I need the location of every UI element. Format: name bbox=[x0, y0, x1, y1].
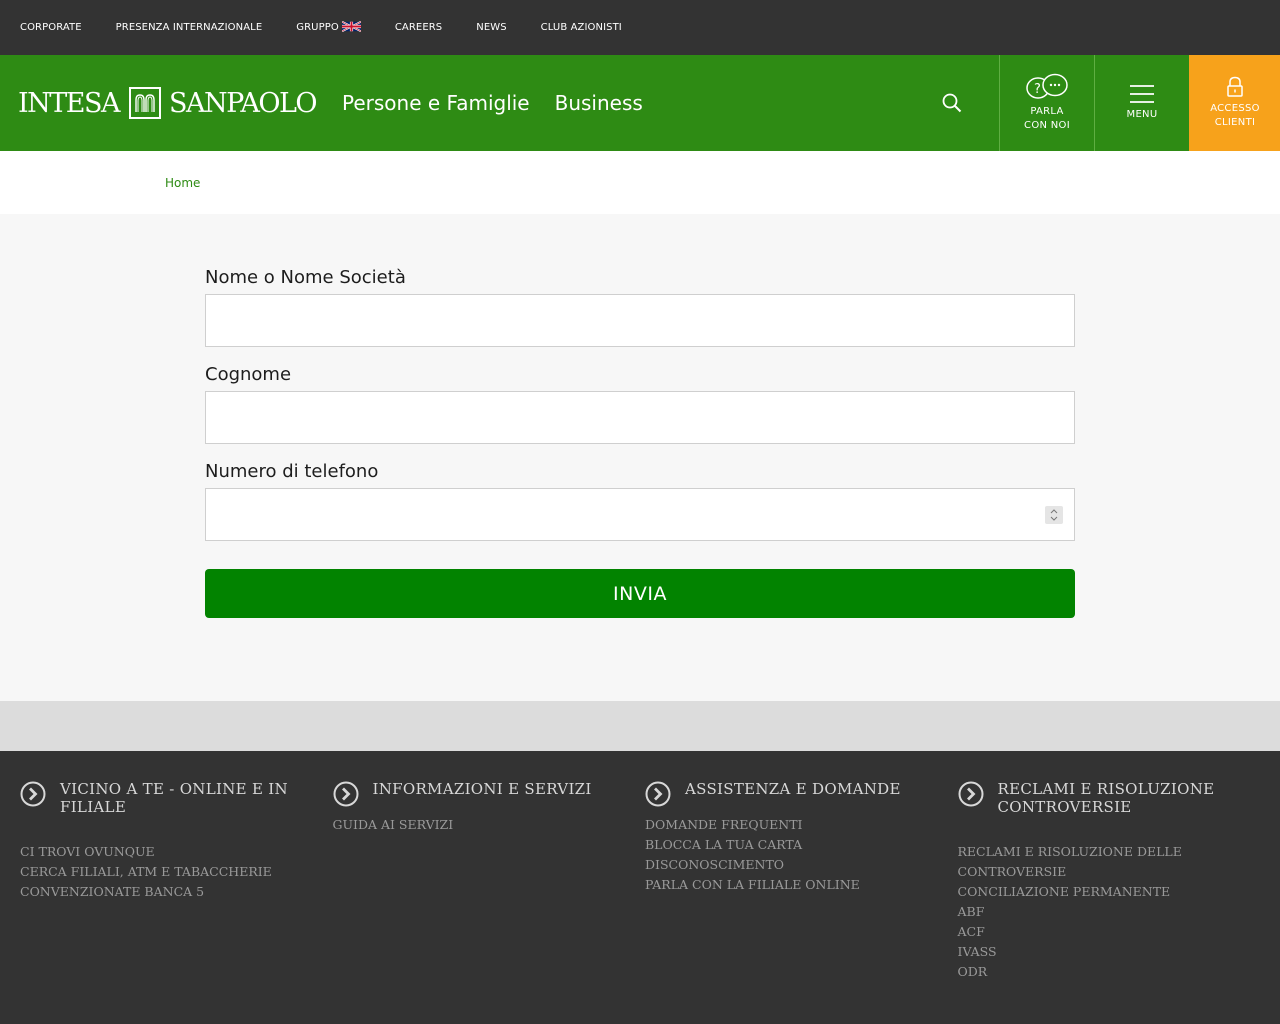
footer-link[interactable]: ACF bbox=[958, 922, 1251, 942]
footer-link[interactable]: ODR bbox=[958, 962, 1251, 982]
surname-field-group: Cognome bbox=[205, 364, 1075, 444]
topbar-link-presenza-internazionale[interactable]: PRESENZA INTERNAZIONALE bbox=[116, 22, 263, 33]
footer-link[interactable]: ABF bbox=[958, 902, 1251, 922]
name-field-group: Nome o Nome Società bbox=[205, 267, 1075, 347]
surname-input[interactable] bbox=[205, 391, 1075, 444]
footer-column-heading[interactable]: ASSISTENZA E DOMANDE bbox=[645, 780, 938, 807]
footer-column-heading[interactable]: INFORMAZIONI E SERVIZI bbox=[333, 780, 626, 807]
invia-submit-button[interactable]: INVIA bbox=[205, 569, 1075, 618]
topbar-link-gruppo-label: GRUPPO bbox=[296, 22, 339, 33]
intesa-sanpaolo-logo[interactable]: INTESA SANPAOLO bbox=[0, 55, 325, 151]
topbar-link-gruppo[interactable]: GRUPPO bbox=[296, 21, 361, 33]
main-header: INTESA SANPAOLO Persone e Famiglie Busin… bbox=[0, 55, 1280, 151]
accesso-clienti-button[interactable]: ACCESSO CLIENTI bbox=[1189, 55, 1280, 151]
footer-link[interactable]: PARLA CON LA FILIALE ONLINE bbox=[645, 875, 938, 895]
parla-con-noi-button[interactable]: ? PARLA CON NOI bbox=[999, 55, 1094, 151]
footer-column-assistenza-e-domande: ASSISTENZA E DOMANDE DOMANDE FREQUENTI B… bbox=[645, 780, 958, 1024]
main-nav: Persone e Famiglie Business bbox=[325, 55, 668, 151]
footer-link[interactable]: RECLAMI E RISOLUZIONE DELLE CONTROVERSIE bbox=[958, 842, 1251, 882]
grey-divider-band bbox=[0, 701, 1280, 751]
topbar-link-news[interactable]: NEWS bbox=[476, 22, 506, 33]
footer-links: CI TROVI OVUNQUE CERCA FILIALI, ATM E TA… bbox=[20, 842, 313, 902]
footer-column-title: VICINO A TE - ONLINE E IN FILIALE bbox=[60, 780, 288, 816]
footer-column-informazioni-e-servizi: INFORMAZIONI E SERVIZI GUIDA AI SERVIZI bbox=[333, 780, 646, 1024]
nav-persone-e-famiglie[interactable]: Persone e Famiglie bbox=[342, 91, 530, 115]
footer-column-heading[interactable]: VICINO A TE - ONLINE E IN FILIALE bbox=[20, 780, 313, 816]
phone-input[interactable] bbox=[205, 488, 1075, 541]
chevron-circle-right-icon bbox=[333, 781, 358, 807]
name-input[interactable] bbox=[205, 294, 1075, 347]
phone-input-wrapper bbox=[205, 488, 1075, 541]
topbar-link-club-azionisti[interactable]: CLUB AZIONISTI bbox=[541, 22, 622, 33]
menu-button[interactable]: MENU bbox=[1094, 55, 1189, 151]
surname-field-label: Cognome bbox=[205, 364, 292, 385]
footer-link[interactable]: CI TROVI OVUNQUE bbox=[20, 842, 313, 862]
footer-links: GUIDA AI SERVIZI bbox=[333, 815, 626, 835]
footer-links: DOMANDE FREQUENTI BLOCCA LA TUA CARTA DI… bbox=[645, 815, 938, 895]
chevron-circle-right-icon bbox=[958, 781, 983, 807]
search-icon bbox=[942, 93, 961, 113]
chevron-circle-right-icon bbox=[20, 781, 46, 807]
footer-column-vicino-a-te: VICINO A TE - ONLINE E IN FILIALE CI TRO… bbox=[20, 780, 333, 1024]
phone-field-label: Numero di telefono bbox=[205, 461, 379, 482]
menu-label: MENU bbox=[1126, 109, 1158, 120]
footer-link[interactable]: IVASS bbox=[958, 942, 1251, 962]
top-utility-bar: CORPORATE PRESENZA INTERNAZIONALE GRUPPO… bbox=[0, 0, 1280, 55]
name-field-label: Nome o Nome Società bbox=[205, 267, 406, 288]
footer-column-heading[interactable]: RECLAMI E RISOLUZIONE CONTROVERSIE bbox=[958, 780, 1251, 816]
header-spacer bbox=[668, 55, 904, 151]
footer: VICINO A TE - ONLINE E IN FILIALE CI TRO… bbox=[0, 751, 1280, 1024]
logo-text-left: INTESA bbox=[18, 87, 121, 119]
hamburger-menu-icon bbox=[1130, 85, 1154, 103]
accesso-label-line1: ACCESSO bbox=[1210, 103, 1260, 114]
footer-link[interactable]: DOMANDE FREQUENTI bbox=[645, 815, 938, 835]
chevron-circle-right-icon bbox=[645, 781, 671, 807]
number-spinner-icon[interactable] bbox=[1045, 506, 1063, 524]
callback-form: Nome o Nome Società Cognome Numero di te… bbox=[0, 214, 1280, 701]
footer-link[interactable]: DISCONOSCIMENTO bbox=[645, 855, 938, 875]
footer-links: RECLAMI E RISOLUZIONE DELLE CONTROVERSIE… bbox=[958, 842, 1251, 982]
parla-label-line1: PARLA bbox=[1030, 106, 1064, 117]
logo-text-right: SANPAOLO bbox=[169, 87, 318, 119]
footer-link[interactable]: CONCILIAZIONE PERMANENTE bbox=[958, 882, 1251, 902]
footer-column-title: INFORMAZIONI E SERVIZI bbox=[372, 780, 592, 798]
footer-link[interactable]: CERCA FILIALI, ATM E TABACCHERIE CONVENZ… bbox=[20, 862, 313, 902]
footer-column-title: ASSISTENZA E DOMANDE bbox=[685, 780, 901, 798]
breadcrumb: Home bbox=[0, 151, 1280, 214]
footer-link[interactable]: GUIDA AI SERVIZI bbox=[333, 815, 626, 835]
footer-column-reclami: RECLAMI E RISOLUZIONE CONTROVERSIE RECLA… bbox=[958, 780, 1271, 1024]
nav-business[interactable]: Business bbox=[555, 91, 643, 115]
logo-arches-icon bbox=[129, 87, 162, 119]
phone-field-group: Numero di telefono bbox=[205, 461, 1075, 541]
parla-label-line2: CON NOI bbox=[1024, 120, 1070, 131]
footer-column-title: RECLAMI E RISOLUZIONE CONTROVERSIE bbox=[997, 780, 1215, 816]
accesso-label-line2: CLIENTI bbox=[1214, 117, 1256, 128]
footer-link[interactable]: BLOCCA LA TUA CARTA bbox=[645, 835, 938, 855]
uk-flag-icon bbox=[341, 21, 361, 32]
search-button[interactable] bbox=[904, 55, 999, 151]
lock-icon bbox=[1227, 76, 1243, 97]
topbar-link-careers[interactable]: CAREERS bbox=[395, 22, 442, 33]
breadcrumb-home-link[interactable]: Home bbox=[165, 176, 200, 190]
svg-text:?: ? bbox=[1034, 82, 1041, 97]
topbar-link-corporate[interactable]: CORPORATE bbox=[20, 22, 82, 33]
chat-bubbles-icon: ? bbox=[1026, 73, 1068, 99]
